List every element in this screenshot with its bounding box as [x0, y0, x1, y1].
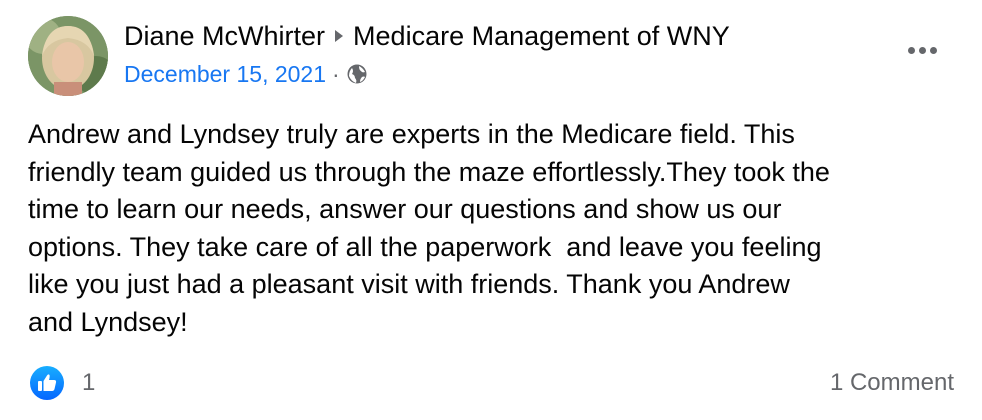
triangle-right-icon [335, 30, 344, 42]
post-card: Diane McWhirter Medicare Management of W… [0, 0, 982, 420]
like-count: 1 [82, 369, 96, 396]
author-name-link[interactable]: Diane McWhirter [124, 20, 325, 52]
post-footer: 1 1 Comment [30, 366, 954, 400]
more-options-icon [929, 46, 937, 54]
comments-count-link[interactable]: 1 Comment [830, 369, 954, 397]
post-date-link[interactable]: December 15, 2021 [124, 60, 326, 88]
more-options-button[interactable] [904, 40, 940, 60]
avatar[interactable] [28, 16, 108, 96]
globe-icon[interactable] [346, 63, 368, 85]
meta-separator: · [332, 61, 340, 87]
more-options-icon [918, 46, 926, 54]
post-meta: December 15, 2021 · [124, 60, 368, 88]
post-header: Diane McWhirter Medicare Management of W… [124, 20, 730, 52]
post-text: Andrew and Lyndsey truly are experts in … [28, 119, 830, 337]
page-name-link[interactable]: Medicare Management of WNY [353, 20, 730, 52]
like-icon [30, 366, 64, 400]
reactions-summary[interactable]: 1 [30, 366, 95, 400]
more-options-icon [907, 46, 915, 54]
